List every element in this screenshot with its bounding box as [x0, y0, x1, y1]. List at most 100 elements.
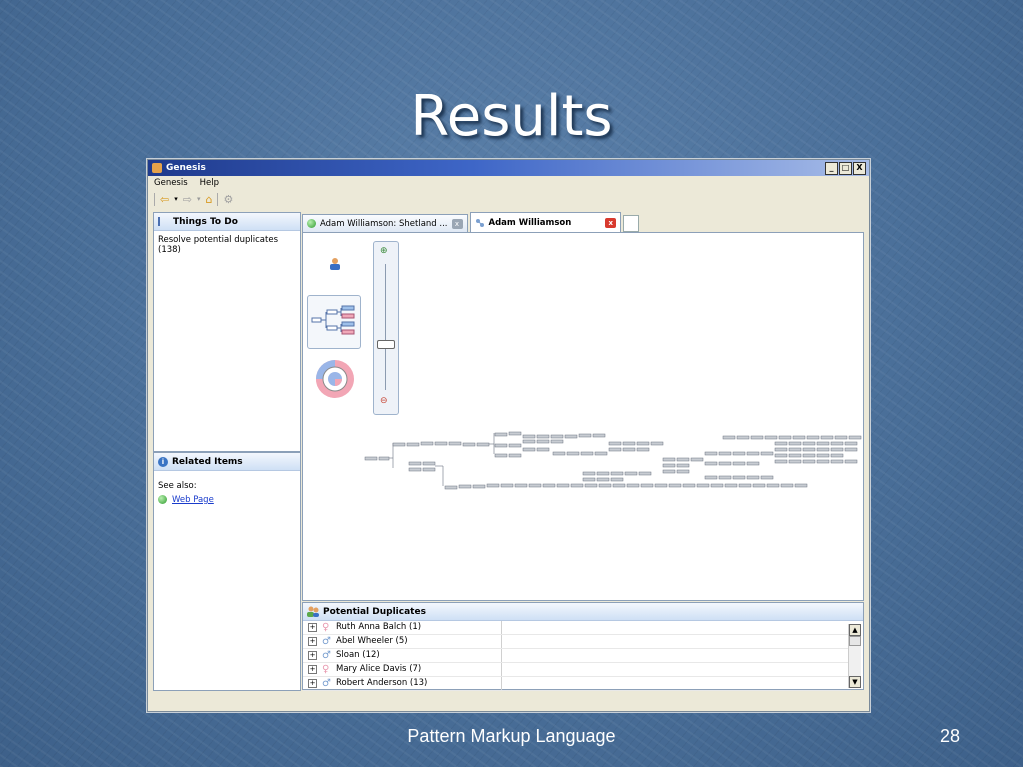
- tree-node[interactable]: [556, 483, 570, 488]
- zoom-thumb[interactable]: [377, 340, 395, 349]
- tree-node[interactable]: [582, 471, 596, 476]
- tab-adam-williamson[interactable]: Adam Williamson x: [469, 212, 622, 232]
- tree-node[interactable]: [736, 435, 750, 440]
- forward-arrow-icon[interactable]: ⇨: [183, 193, 192, 206]
- tree-node[interactable]: [820, 435, 834, 440]
- tree-node[interactable]: [650, 441, 664, 446]
- tree-node[interactable]: [444, 485, 458, 490]
- tree-node[interactable]: [766, 483, 780, 488]
- tree-node[interactable]: [778, 435, 792, 440]
- tree-node[interactable]: [802, 441, 816, 446]
- tree-node[interactable]: [636, 441, 650, 446]
- list-item[interactable]: + ♂ Abel Wheeler (5): [303, 635, 851, 649]
- tree-node[interactable]: [738, 483, 752, 488]
- tree-node[interactable]: [722, 435, 736, 440]
- tree-node[interactable]: [598, 483, 612, 488]
- tree-node[interactable]: [662, 463, 676, 468]
- expand-icon[interactable]: +: [308, 665, 317, 674]
- tree-node[interactable]: [816, 447, 830, 452]
- tree-node[interactable]: [752, 483, 766, 488]
- tree-node[interactable]: [550, 439, 564, 444]
- tree-node[interactable]: [682, 483, 696, 488]
- tree-node[interactable]: [718, 461, 732, 466]
- tree-node[interactable]: [848, 435, 862, 440]
- tree-node[interactable]: [448, 441, 462, 446]
- tree-node[interactable]: [422, 461, 436, 466]
- tree-node[interactable]: [676, 457, 690, 462]
- tree-node[interactable]: [624, 471, 638, 476]
- tree-node[interactable]: [794, 483, 808, 488]
- tree-node[interactable]: [408, 467, 422, 472]
- tree-node[interactable]: [732, 451, 746, 456]
- tree-node[interactable]: [550, 434, 564, 439]
- tree-node[interactable]: [654, 483, 668, 488]
- tree-node[interactable]: [696, 483, 710, 488]
- close-button[interactable]: X: [853, 162, 866, 175]
- tree-node[interactable]: [676, 463, 690, 468]
- tree-node[interactable]: [806, 435, 820, 440]
- tree-node[interactable]: [608, 441, 622, 446]
- tree-node[interactable]: [816, 459, 830, 464]
- tree-node[interactable]: [724, 483, 738, 488]
- menu-help[interactable]: Help: [200, 178, 219, 188]
- tree-node[interactable]: [522, 434, 536, 439]
- tree-node[interactable]: [704, 451, 718, 456]
- tree-node[interactable]: [802, 447, 816, 452]
- tree-node[interactable]: [522, 447, 536, 452]
- duplicates-scrollbar[interactable]: ▲ ▼: [848, 624, 861, 688]
- tree-node[interactable]: [718, 475, 732, 480]
- tree-node[interactable]: [732, 461, 746, 466]
- tree-node[interactable]: [508, 453, 522, 458]
- tree-node[interactable]: [508, 431, 522, 436]
- tree-node[interactable]: [774, 453, 788, 458]
- tree-node[interactable]: [552, 451, 566, 456]
- tree-node[interactable]: [408, 461, 422, 466]
- tree-node[interactable]: [622, 447, 636, 452]
- expand-icon[interactable]: +: [308, 651, 317, 660]
- tree-node[interactable]: [536, 439, 550, 444]
- tree-node[interactable]: [486, 483, 500, 488]
- tree-node[interactable]: [528, 483, 542, 488]
- list-item[interactable]: + ♀ Mary Alice Davis (7): [303, 663, 851, 677]
- tree-node[interactable]: [844, 459, 858, 464]
- tree-node[interactable]: [610, 471, 624, 476]
- list-item[interactable]: + ♂ Robert Anderson (13): [303, 677, 851, 691]
- tree-node[interactable]: [580, 451, 594, 456]
- tree-node[interactable]: [638, 471, 652, 476]
- tree-node[interactable]: [612, 483, 626, 488]
- menu-genesis[interactable]: Genesis: [154, 178, 188, 188]
- tree-node[interactable]: [594, 451, 608, 456]
- tree-node[interactable]: [718, 451, 732, 456]
- tree-node[interactable]: [750, 435, 764, 440]
- tree-node[interactable]: [816, 441, 830, 446]
- tree-node[interactable]: [622, 441, 636, 446]
- tree-node[interactable]: [830, 453, 844, 458]
- tree-node[interactable]: [536, 447, 550, 452]
- tree-node[interactable]: [536, 434, 550, 439]
- pedigree-view-thumb[interactable]: [307, 295, 361, 349]
- zoom-slider[interactable]: ⊕ ⊖: [373, 241, 399, 415]
- tree-node[interactable]: [802, 453, 816, 458]
- tree-node[interactable]: [760, 451, 774, 456]
- scroll-thumb[interactable]: [849, 636, 861, 646]
- tree-node[interactable]: [472, 484, 486, 489]
- tree-node[interactable]: [420, 441, 434, 446]
- tree-node[interactable]: [422, 467, 436, 472]
- tree-node[interactable]: [760, 475, 774, 480]
- tree-node[interactable]: [494, 443, 508, 448]
- scroll-up-icon[interactable]: ▲: [849, 624, 861, 636]
- tree-node[interactable]: [834, 435, 848, 440]
- tree-node[interactable]: [494, 453, 508, 458]
- tree-node[interactable]: [584, 483, 598, 488]
- tab-close-icon[interactable]: x: [605, 217, 617, 228]
- person-icon[interactable]: [328, 257, 342, 271]
- tree-node[interactable]: [514, 483, 528, 488]
- tree-node[interactable]: [668, 483, 682, 488]
- tree-node[interactable]: [844, 441, 858, 446]
- tree-node[interactable]: [626, 483, 640, 488]
- forward-dropdown-icon[interactable]: ▾: [197, 195, 201, 203]
- tree-node[interactable]: [788, 459, 802, 464]
- tree-node[interactable]: [816, 453, 830, 458]
- maximize-button[interactable]: □: [839, 162, 852, 175]
- tree-node[interactable]: [462, 442, 476, 447]
